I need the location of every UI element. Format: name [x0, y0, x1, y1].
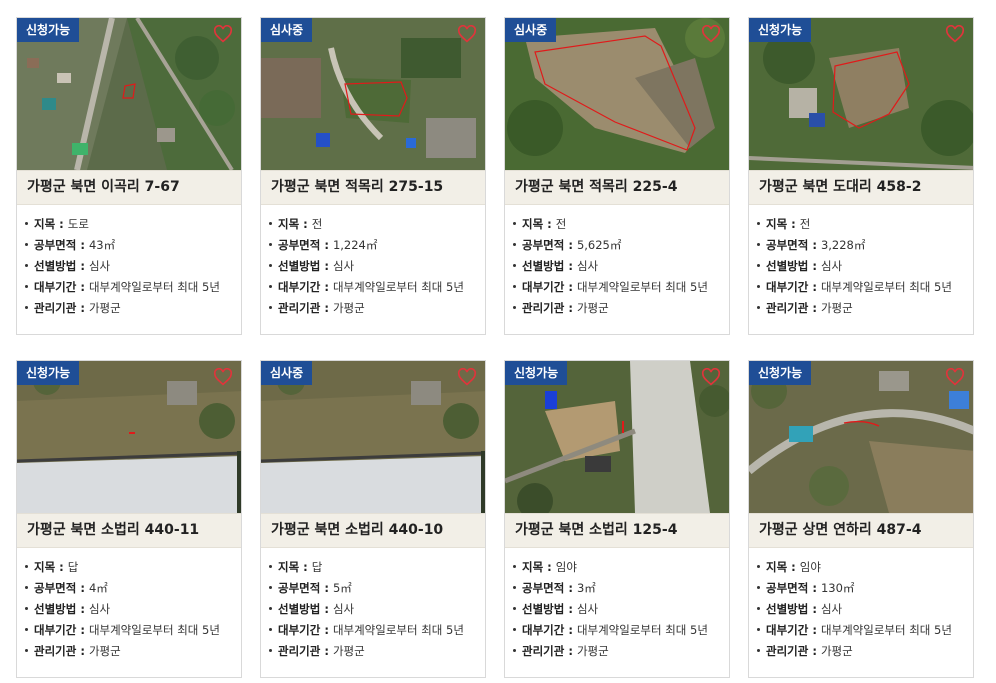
parcel-title[interactable]: 가평군 북면 적목리 225-4 — [505, 170, 729, 205]
detail-category: 지목 : 도로 — [25, 214, 241, 235]
parcel-details: 지목 :전 공부면적 :5,625㎡ 선별방법 : 심사 대부기간 : 대부계약일로… — [505, 205, 729, 319]
parcel-card[interactable]: 신청가능 가평군 북면 도대리 458-2 지목 :전 공부면적 :3,228㎡… — [748, 17, 974, 335]
aerial-photo[interactable]: 신청가능 — [17, 18, 241, 170]
detail-selection: 선별방법 : 심사 — [269, 256, 485, 277]
parcel-details: 지목 :전 공부면적 :1,224㎡ 선별방법 : 심사 대부기간 : 대부계약일로… — [261, 205, 485, 319]
parcel-card[interactable]: 심사중 가평군 북면 적목리 275-15 지목 :전 공부면적 :1,224㎡… — [260, 17, 486, 335]
detail-area: 공부면적 :5,625㎡ — [513, 235, 729, 256]
parcel-card[interactable]: 신청가능 가평군 북면 이곡리 7-67 지목 : 도로 공부면적 :43㎡ 선별… — [16, 17, 242, 335]
detail-category: 지목 :답 — [269, 557, 485, 578]
heart-outline-icon[interactable] — [213, 368, 233, 386]
detail-area: 공부면적 :43㎡ — [25, 235, 241, 256]
heart-outline-icon[interactable] — [701, 368, 721, 386]
detail-selection: 선별방법 : 심사 — [513, 599, 729, 620]
heart-outline-icon[interactable] — [701, 25, 721, 43]
detail-agency: 관리기관 : 가평군 — [269, 298, 485, 319]
aerial-photo[interactable]: 심사중 — [505, 18, 729, 170]
detail-agency: 관리기관 : 가평군 — [757, 298, 973, 319]
detail-area: 공부면적 :1,224㎡ — [269, 235, 485, 256]
status-badge: 신청가능 — [17, 18, 80, 42]
detail-lease: 대부기간 : 대부계약일로부터 최대 5년 — [269, 620, 485, 641]
detail-category: 지목 :전 — [269, 214, 485, 235]
parcel-details: 지목 : 임야 공부면적 :130㎡ 선별방법 : 심사 대부기간 : 대부계약일로부… — [749, 548, 973, 662]
detail-selection: 선별방법 : 심사 — [757, 256, 973, 277]
parcel-listing-grid: 신청가능 가평군 북면 이곡리 7-67 지목 : 도로 공부면적 :43㎡ 선별… — [0, 0, 996, 683]
status-badge: 신청가능 — [749, 361, 812, 385]
parcel-title[interactable]: 가평군 북면 소법리 440-11 — [17, 513, 241, 548]
detail-lease: 대부기간 : 대부계약일로부터 최대 5년 — [757, 277, 973, 298]
detail-lease: 대부기간 : 대부계약일로부터 최대 5년 — [269, 277, 485, 298]
heart-outline-icon[interactable] — [945, 25, 965, 43]
detail-lease: 대부기간 : 대부계약일로부터 최대 5년 — [25, 620, 241, 641]
status-badge: 심사중 — [261, 361, 313, 385]
status-badge: 신청가능 — [505, 361, 568, 385]
detail-agency: 관리기관 : 가평군 — [513, 298, 729, 319]
heart-outline-icon[interactable] — [457, 25, 477, 43]
detail-area: 공부면적 :130㎡ — [757, 578, 973, 599]
detail-agency: 관리기관 : 가평군 — [757, 641, 973, 662]
detail-selection: 선별방법 : 심사 — [25, 256, 241, 277]
heart-outline-icon[interactable] — [213, 25, 233, 43]
detail-selection: 선별방법 : 심사 — [25, 599, 241, 620]
parcel-card[interactable]: 신청가능 가평군 북면 소법리 125-4 지목 : 임야 공부면적 :3㎡ 선별… — [504, 360, 730, 678]
parcel-card[interactable]: 심사중 가평군 북면 적목리 225-4 지목 :전 공부면적 :5,625㎡ … — [504, 17, 730, 335]
detail-lease: 대부기간 : 대부계약일로부터 최대 5년 — [25, 277, 241, 298]
parcel-title[interactable]: 가평군 북면 소법리 125-4 — [505, 513, 729, 548]
parcel-details: 지목 :답 공부면적 :4㎡ 선별방법 : 심사 대부기간 : 대부계약일로부터 최… — [17, 548, 241, 662]
parcel-details: 지목 : 임야 공부면적 :3㎡ 선별방법 : 심사 대부기간 : 대부계약일로부터 … — [505, 548, 729, 662]
detail-lease: 대부기간 : 대부계약일로부터 최대 5년 — [513, 277, 729, 298]
parcel-card[interactable]: 심사중 가평군 북면 소법리 440-10 지목 :답 공부면적 :5㎡ 선별방… — [260, 360, 486, 678]
aerial-photo[interactable]: 심사중 — [261, 361, 485, 513]
heart-outline-icon[interactable] — [945, 368, 965, 386]
parcel-title[interactable]: 가평군 북면 이곡리 7-67 — [17, 170, 241, 205]
parcel-details: 지목 : 도로 공부면적 :43㎡ 선별방법 : 심사 대부기간 : 대부계약일로부터… — [17, 205, 241, 319]
detail-category: 지목 :전 — [513, 214, 729, 235]
detail-agency: 관리기관 : 가평군 — [269, 641, 485, 662]
aerial-photo[interactable]: 신청가능 — [17, 361, 241, 513]
aerial-photo[interactable]: 신청가능 — [749, 361, 973, 513]
detail-area: 공부면적 :4㎡ — [25, 578, 241, 599]
aerial-photo[interactable]: 신청가능 — [749, 18, 973, 170]
detail-category: 지목 : 임야 — [513, 557, 729, 578]
parcel-title[interactable]: 가평군 북면 소법리 440-10 — [261, 513, 485, 548]
detail-area: 공부면적 :3㎡ — [513, 578, 729, 599]
detail-lease: 대부기간 : 대부계약일로부터 최대 5년 — [513, 620, 729, 641]
parcel-details: 지목 :답 공부면적 :5㎡ 선별방법 : 심사 대부기간 : 대부계약일로부터 최… — [261, 548, 485, 662]
parcel-card[interactable]: 신청가능 가평군 북면 소법리 440-11 지목 :답 공부면적 :4㎡ 선별… — [16, 360, 242, 678]
detail-lease: 대부기간 : 대부계약일로부터 최대 5년 — [757, 620, 973, 641]
status-badge: 심사중 — [261, 18, 313, 42]
status-badge: 신청가능 — [749, 18, 812, 42]
detail-area: 공부면적 :3,228㎡ — [757, 235, 973, 256]
parcel-card[interactable]: 신청가능 가평군 상면 연하리 487-4 지목 : 임야 공부면적 :130㎡ … — [748, 360, 974, 678]
parcel-title[interactable]: 가평군 북면 적목리 275-15 — [261, 170, 485, 205]
detail-selection: 선별방법 : 심사 — [513, 256, 729, 277]
heart-outline-icon[interactable] — [457, 368, 477, 386]
detail-selection: 선별방법 : 심사 — [757, 599, 973, 620]
detail-area: 공부면적 :5㎡ — [269, 578, 485, 599]
detail-agency: 관리기관 : 가평군 — [513, 641, 729, 662]
status-badge: 신청가능 — [17, 361, 80, 385]
parcel-details: 지목 :전 공부면적 :3,228㎡ 선별방법 : 심사 대부기간 : 대부계약일로… — [749, 205, 973, 319]
detail-category: 지목 : 임야 — [757, 557, 973, 578]
parcel-title[interactable]: 가평군 북면 도대리 458-2 — [749, 170, 973, 205]
detail-selection: 선별방법 : 심사 — [269, 599, 485, 620]
parcel-title[interactable]: 가평군 상면 연하리 487-4 — [749, 513, 973, 548]
detail-agency: 관리기관 : 가평군 — [25, 641, 241, 662]
aerial-photo[interactable]: 신청가능 — [505, 361, 729, 513]
aerial-photo[interactable]: 심사중 — [261, 18, 485, 170]
status-badge: 심사중 — [505, 18, 557, 42]
detail-agency: 관리기관 : 가평군 — [25, 298, 241, 319]
detail-category: 지목 :답 — [25, 557, 241, 578]
detail-category: 지목 :전 — [757, 214, 973, 235]
